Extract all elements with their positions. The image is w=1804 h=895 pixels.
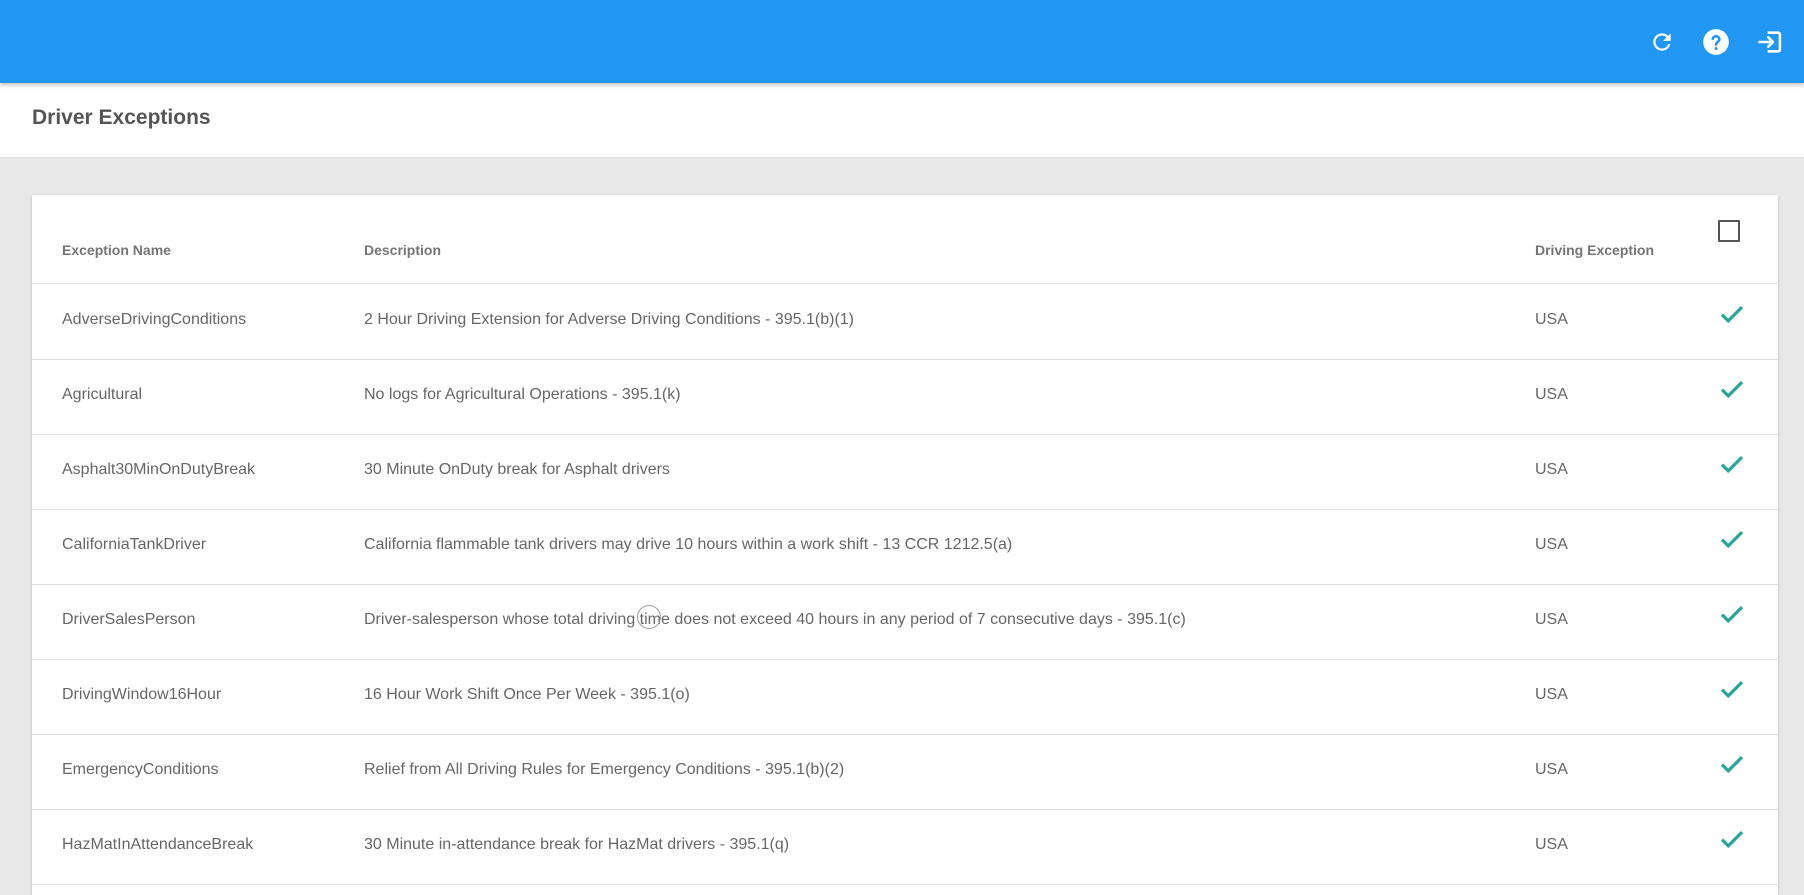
checkmark-icon[interactable]: [1717, 749, 1747, 779]
exception-name-cell: CaliforniaTankDriver: [62, 536, 207, 553]
select-all-checkbox[interactable]: [1718, 220, 1740, 242]
app-header: [0, 0, 1804, 83]
checkmark-icon[interactable]: [1717, 524, 1747, 554]
column-header-driving-exception[interactable]: Driving Exception: [1535, 242, 1654, 258]
page-title-bar: Driver Exceptions: [0, 83, 1804, 158]
table-header: Exception Name Description Driving Excep…: [32, 195, 1778, 284]
driving-exception-cell: USA: [1535, 386, 1568, 403]
table-row[interactable]: EmergencyConditions Relief from All Driv…: [32, 734, 1778, 810]
column-header-description[interactable]: Description: [364, 242, 441, 258]
driving-exception-cell: USA: [1535, 311, 1568, 328]
driving-exception-cell: USA: [1535, 536, 1568, 553]
exception-name-cell: EmergencyConditions: [62, 761, 219, 778]
header-actions: [1644, 24, 1788, 60]
exception-name-cell: DrivingWindow16Hour: [62, 686, 222, 703]
table-row[interactable]: DrivingWindow16Hour 16 Hour Work Shift O…: [32, 659, 1778, 735]
table-row[interactable]: HazMatInAttendanceBreak 30 Minute in-att…: [32, 809, 1778, 885]
driving-exception-cell: USA: [1535, 686, 1568, 703]
driving-exception-cell: USA: [1535, 761, 1568, 778]
description-cell: No logs for Agricultural Operations - 39…: [364, 386, 681, 403]
checkmark-icon[interactable]: [1717, 374, 1747, 404]
driving-exception-cell: USA: [1535, 836, 1568, 853]
checkmark-icon[interactable]: [1717, 674, 1747, 704]
table-row[interactable]: AdverseDrivingConditions 2 Hour Driving …: [32, 284, 1778, 360]
checkmark-icon[interactable]: [1717, 299, 1747, 329]
table-row[interactable]: Agricultural No logs for Agricultural Op…: [32, 359, 1778, 435]
table-row[interactable]: DriverSalesPerson Driver-salesperson who…: [32, 584, 1778, 660]
description-cell: 16 Hour Work Shift Once Per Week - 395.1…: [364, 686, 690, 703]
checkmark-icon[interactable]: [1717, 449, 1747, 479]
logout-icon[interactable]: [1752, 24, 1788, 60]
driving-exception-cell: USA: [1535, 611, 1568, 628]
driving-exception-cell: USA: [1535, 461, 1568, 478]
exception-name-cell: AdverseDrivingConditions: [62, 311, 247, 328]
description-cell: Driver-salesperson whose total driving t…: [364, 611, 1186, 628]
exception-name-cell: DriverSalesPerson: [62, 611, 196, 628]
exception-name-cell: Agricultural: [62, 386, 143, 403]
description-cell: 30 Minute OnDuty break for Asphalt drive…: [364, 461, 670, 478]
checkmark-icon[interactable]: [1717, 824, 1747, 854]
description-cell: 2 Hour Driving Extension for Adverse Dri…: [364, 311, 854, 328]
page-title: Driver Exceptions: [32, 106, 211, 129]
description-cell: Relief from All Driving Rules for Emerge…: [364, 761, 845, 778]
checkmark-icon[interactable]: [1717, 599, 1747, 629]
exception-name-cell: Asphalt30MinOnDutyBreak: [62, 461, 255, 478]
table-row[interactable]: CaliforniaTankDriver California flammabl…: [32, 509, 1778, 585]
help-icon[interactable]: [1698, 24, 1734, 60]
table-row[interactable]: Asphalt30MinOnDutyBreak 30 Minute OnDuty…: [32, 434, 1778, 510]
description-cell: 30 Minute in-attendance break for HazMat…: [364, 836, 790, 853]
refresh-icon[interactable]: [1644, 24, 1680, 60]
exceptions-table: Exception Name Description Driving Excep…: [32, 195, 1778, 895]
description-cell: California flammable tank drivers may dr…: [364, 536, 1013, 553]
exception-name-cell: HazMatInAttendanceBreak: [62, 836, 254, 853]
column-header-name[interactable]: Exception Name: [62, 242, 171, 258]
